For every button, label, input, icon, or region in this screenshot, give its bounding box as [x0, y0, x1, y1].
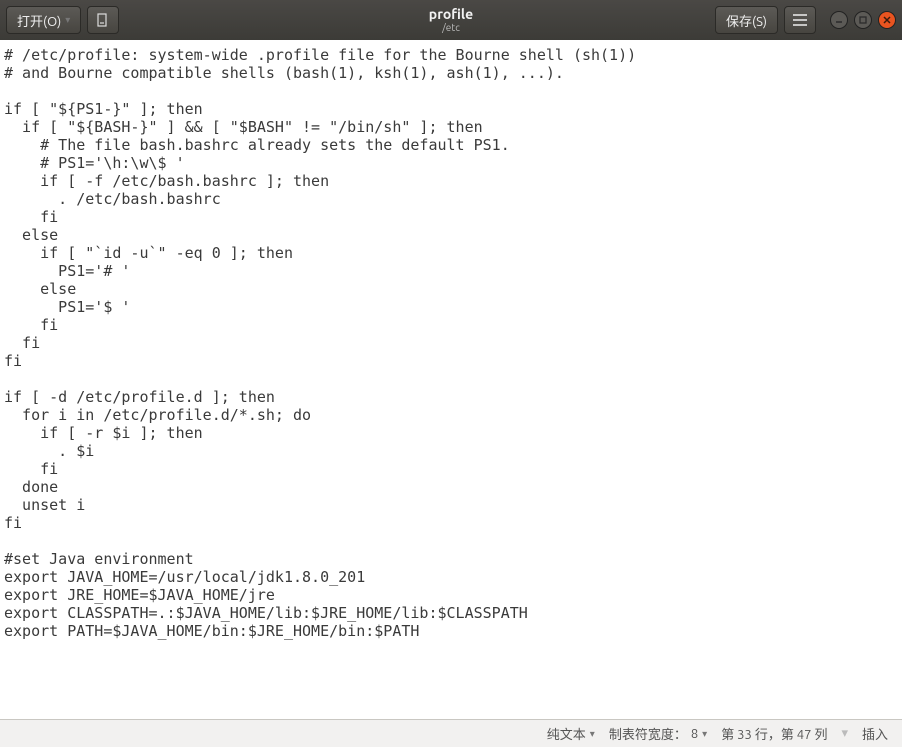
save-button[interactable]: 保存(S) [715, 6, 778, 34]
open-label: 打开(O) [17, 11, 61, 30]
minimize-icon [834, 15, 844, 25]
menu-button[interactable] [784, 6, 816, 34]
chevron-down-icon: ▾ [65, 14, 70, 26]
save-label: 保存(S) [726, 11, 767, 30]
new-tab-button[interactable] [87, 6, 119, 34]
tab-width-label: 制表符宽度： [609, 724, 687, 743]
title-subtitle: /etc [429, 22, 473, 33]
separator: ▾ [841, 726, 848, 741]
open-button[interactable]: 打开(O) ▾ [6, 6, 81, 34]
window-title: profile /etc [429, 7, 473, 33]
tab-width-value: 8 [691, 727, 698, 741]
titlebar: 打开(O) ▾ profile /etc 保存(S) [0, 0, 902, 40]
new-document-icon [96, 13, 110, 27]
syntax-mode-label: 纯文本 [547, 724, 586, 743]
insert-mode[interactable]: 插入 [862, 724, 888, 743]
title-main: profile [429, 7, 473, 22]
maximize-button[interactable] [854, 11, 872, 29]
minimize-button[interactable] [830, 11, 848, 29]
hamburger-icon [793, 14, 807, 26]
window-controls [830, 11, 896, 29]
statusbar: 纯文本 ▾ 制表符宽度： 8 ▾ 第 33 行，第 47 列 ▾ 插入 [0, 719, 902, 747]
tab-width-selector[interactable]: 制表符宽度： 8 ▾ [609, 724, 707, 743]
close-button[interactable] [878, 11, 896, 29]
chevron-down-icon: ▾ [702, 728, 707, 740]
chevron-down-icon: ▾ [590, 728, 595, 740]
close-icon [882, 15, 892, 25]
syntax-mode-selector[interactable]: 纯文本 ▾ [547, 724, 595, 743]
maximize-icon [858, 15, 868, 25]
text-editor-area[interactable]: # /etc/profile: system-wide .profile fil… [0, 40, 902, 719]
cursor-position[interactable]: 第 33 行，第 47 列 [721, 724, 827, 743]
